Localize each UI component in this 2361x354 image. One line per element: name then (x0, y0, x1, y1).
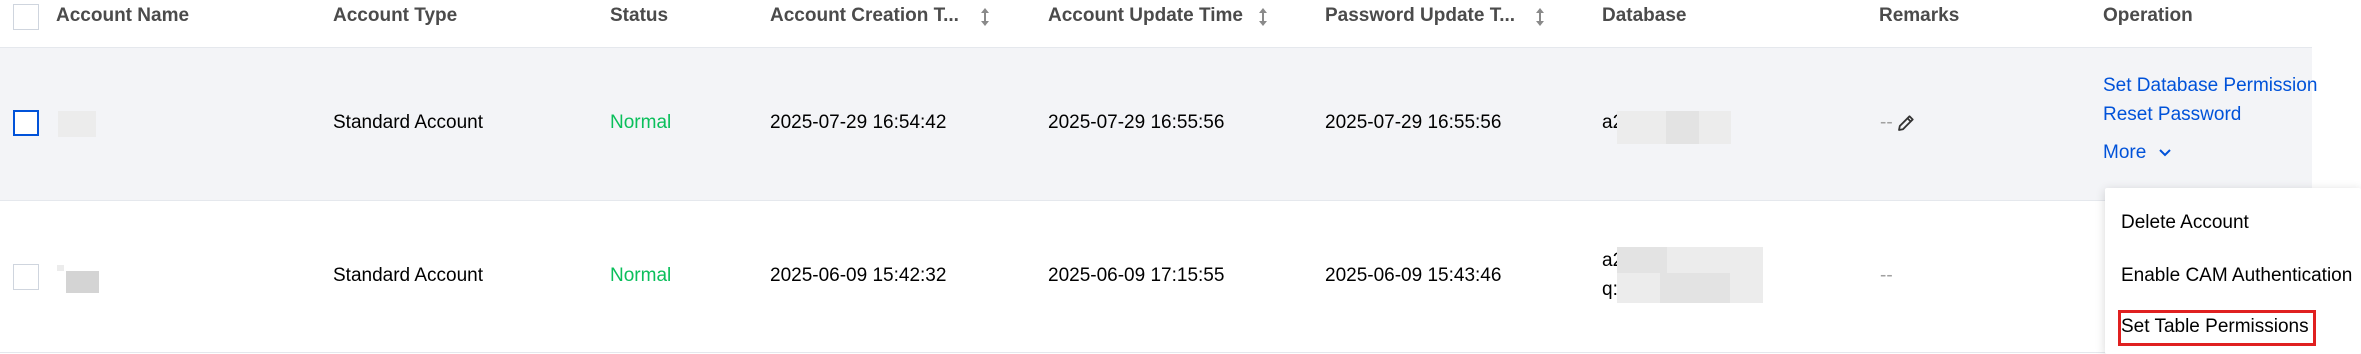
account-type: Standard Account (333, 265, 483, 286)
account-update-time: 2025-06-09 17:15:55 (1048, 265, 1225, 286)
account-creation-time: 2025-07-29 16:54:42 (770, 112, 947, 133)
column-header-password-update-time[interactable]: Password Update T... (1325, 5, 1515, 27)
accounts-table: Account Name Account Type Status Account… (0, 0, 2317, 354)
column-header-account-creation-time[interactable]: Account Creation T... (770, 5, 959, 27)
enable-cam-authentication-menu-item[interactable]: Enable CAM Authentication (2121, 265, 2352, 287)
table-row: Standard Account Normal 2025-07-29 16:54… (0, 48, 2317, 201)
column-header-account-type[interactable]: Account Type (333, 5, 457, 27)
column-header-account-update-time[interactable]: Account Update Time (1048, 5, 1243, 27)
more-dropdown-trigger[interactable]: More (2103, 142, 2172, 164)
account-creation-time: 2025-06-09 15:42:32 (770, 265, 947, 286)
column-header-status[interactable]: Status (610, 5, 668, 27)
pencil-edit-icon[interactable] (1896, 113, 1916, 133)
database-name: q: (1602, 279, 1618, 300)
sort-icon[interactable] (1535, 6, 1545, 28)
more-label: More (2103, 142, 2147, 163)
password-update-time: 2025-07-29 16:55:56 (1325, 112, 1502, 133)
redacted-account-name (58, 111, 96, 137)
remarks-text: -- (1880, 112, 1893, 133)
row-checkbox[interactable] (13, 110, 39, 136)
account-type: Standard Account (333, 112, 483, 133)
column-header-account-name[interactable]: Account Name (56, 5, 189, 27)
reset-password-link[interactable]: Reset Password (2103, 104, 2241, 126)
sort-icon[interactable] (1258, 6, 1268, 28)
row-checkbox[interactable] (13, 264, 39, 290)
account-update-time: 2025-07-29 16:55:56 (1048, 112, 1225, 133)
table-header: Account Name Account Type Status Account… (0, 0, 2312, 48)
column-header-database: Database (1602, 5, 1687, 26)
status-text: Normal (610, 112, 672, 133)
password-update-time: 2025-06-09 15:43:46 (1325, 265, 1502, 286)
table-row: Standard Account Normal 2025-06-09 15:42… (0, 201, 2312, 353)
set-database-permission-link[interactable]: Set Database Permission (2103, 75, 2317, 97)
remarks-text: -- (1880, 265, 1893, 286)
chevron-down-icon (2158, 149, 2171, 157)
column-header-remarks: Remarks (1879, 5, 1960, 26)
status-text: Normal (610, 265, 672, 286)
delete-account-menu-item[interactable]: Delete Account (2121, 212, 2249, 234)
column-header-operation: Operation (2103, 5, 2193, 26)
redacted-account-name (66, 271, 99, 293)
sort-icon[interactable] (980, 6, 990, 28)
select-all-checkbox[interactable] (13, 4, 39, 30)
highlight-box (2118, 310, 2316, 346)
